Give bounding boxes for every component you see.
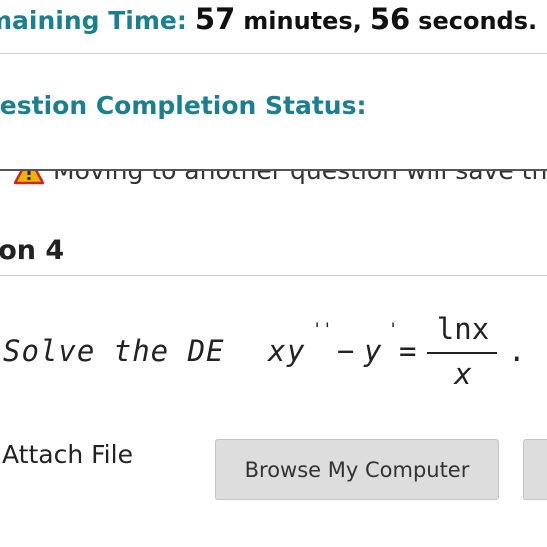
remaining-time-label: maining Time: — [0, 6, 187, 35]
warning-banner: Moving to another question will save thi… — [0, 169, 547, 196]
minutes-unit: minutes, — [243, 7, 362, 35]
fraction-bar — [427, 352, 497, 354]
equation-x: x — [268, 334, 286, 368]
question-title: stion 4 — [0, 235, 65, 266]
equation-prompt: Solve the DE — [3, 334, 225, 368]
question-divider — [0, 275, 547, 276]
remaining-time: maining Time: 57 minutes, 56 seconds. — [0, 2, 537, 46]
seconds-unit: seconds. — [418, 7, 538, 35]
equation-period: . — [508, 334, 526, 368]
equation-minus: − — [337, 334, 355, 368]
equation-y-second: y — [364, 334, 382, 368]
warning-text: Moving to another question will save thi… — [53, 169, 547, 185]
completion-status-label: uestion Completion Status: — [0, 91, 367, 120]
fraction-numerator: lnx — [436, 312, 490, 346]
equation-y: y — [287, 334, 305, 368]
equation-equals: = — [399, 334, 417, 368]
equation-double-prime: '' — [312, 320, 333, 340]
equation-prime: ' — [388, 320, 399, 340]
browse-content-collection-button[interactable] — [523, 439, 547, 500]
warning-triangle-icon — [13, 171, 45, 185]
minutes-value: 57 — [194, 2, 236, 36]
attach-file-label: Attach File — [2, 440, 133, 469]
seconds-value: 56 — [369, 2, 411, 36]
assessment-page: maining Time: 57 minutes, 56 seconds. ue… — [0, 0, 547, 547]
browse-my-computer-button[interactable]: Browse My Computer — [215, 439, 499, 500]
timer-divider — [0, 53, 547, 54]
fraction-denominator: x — [454, 357, 472, 391]
